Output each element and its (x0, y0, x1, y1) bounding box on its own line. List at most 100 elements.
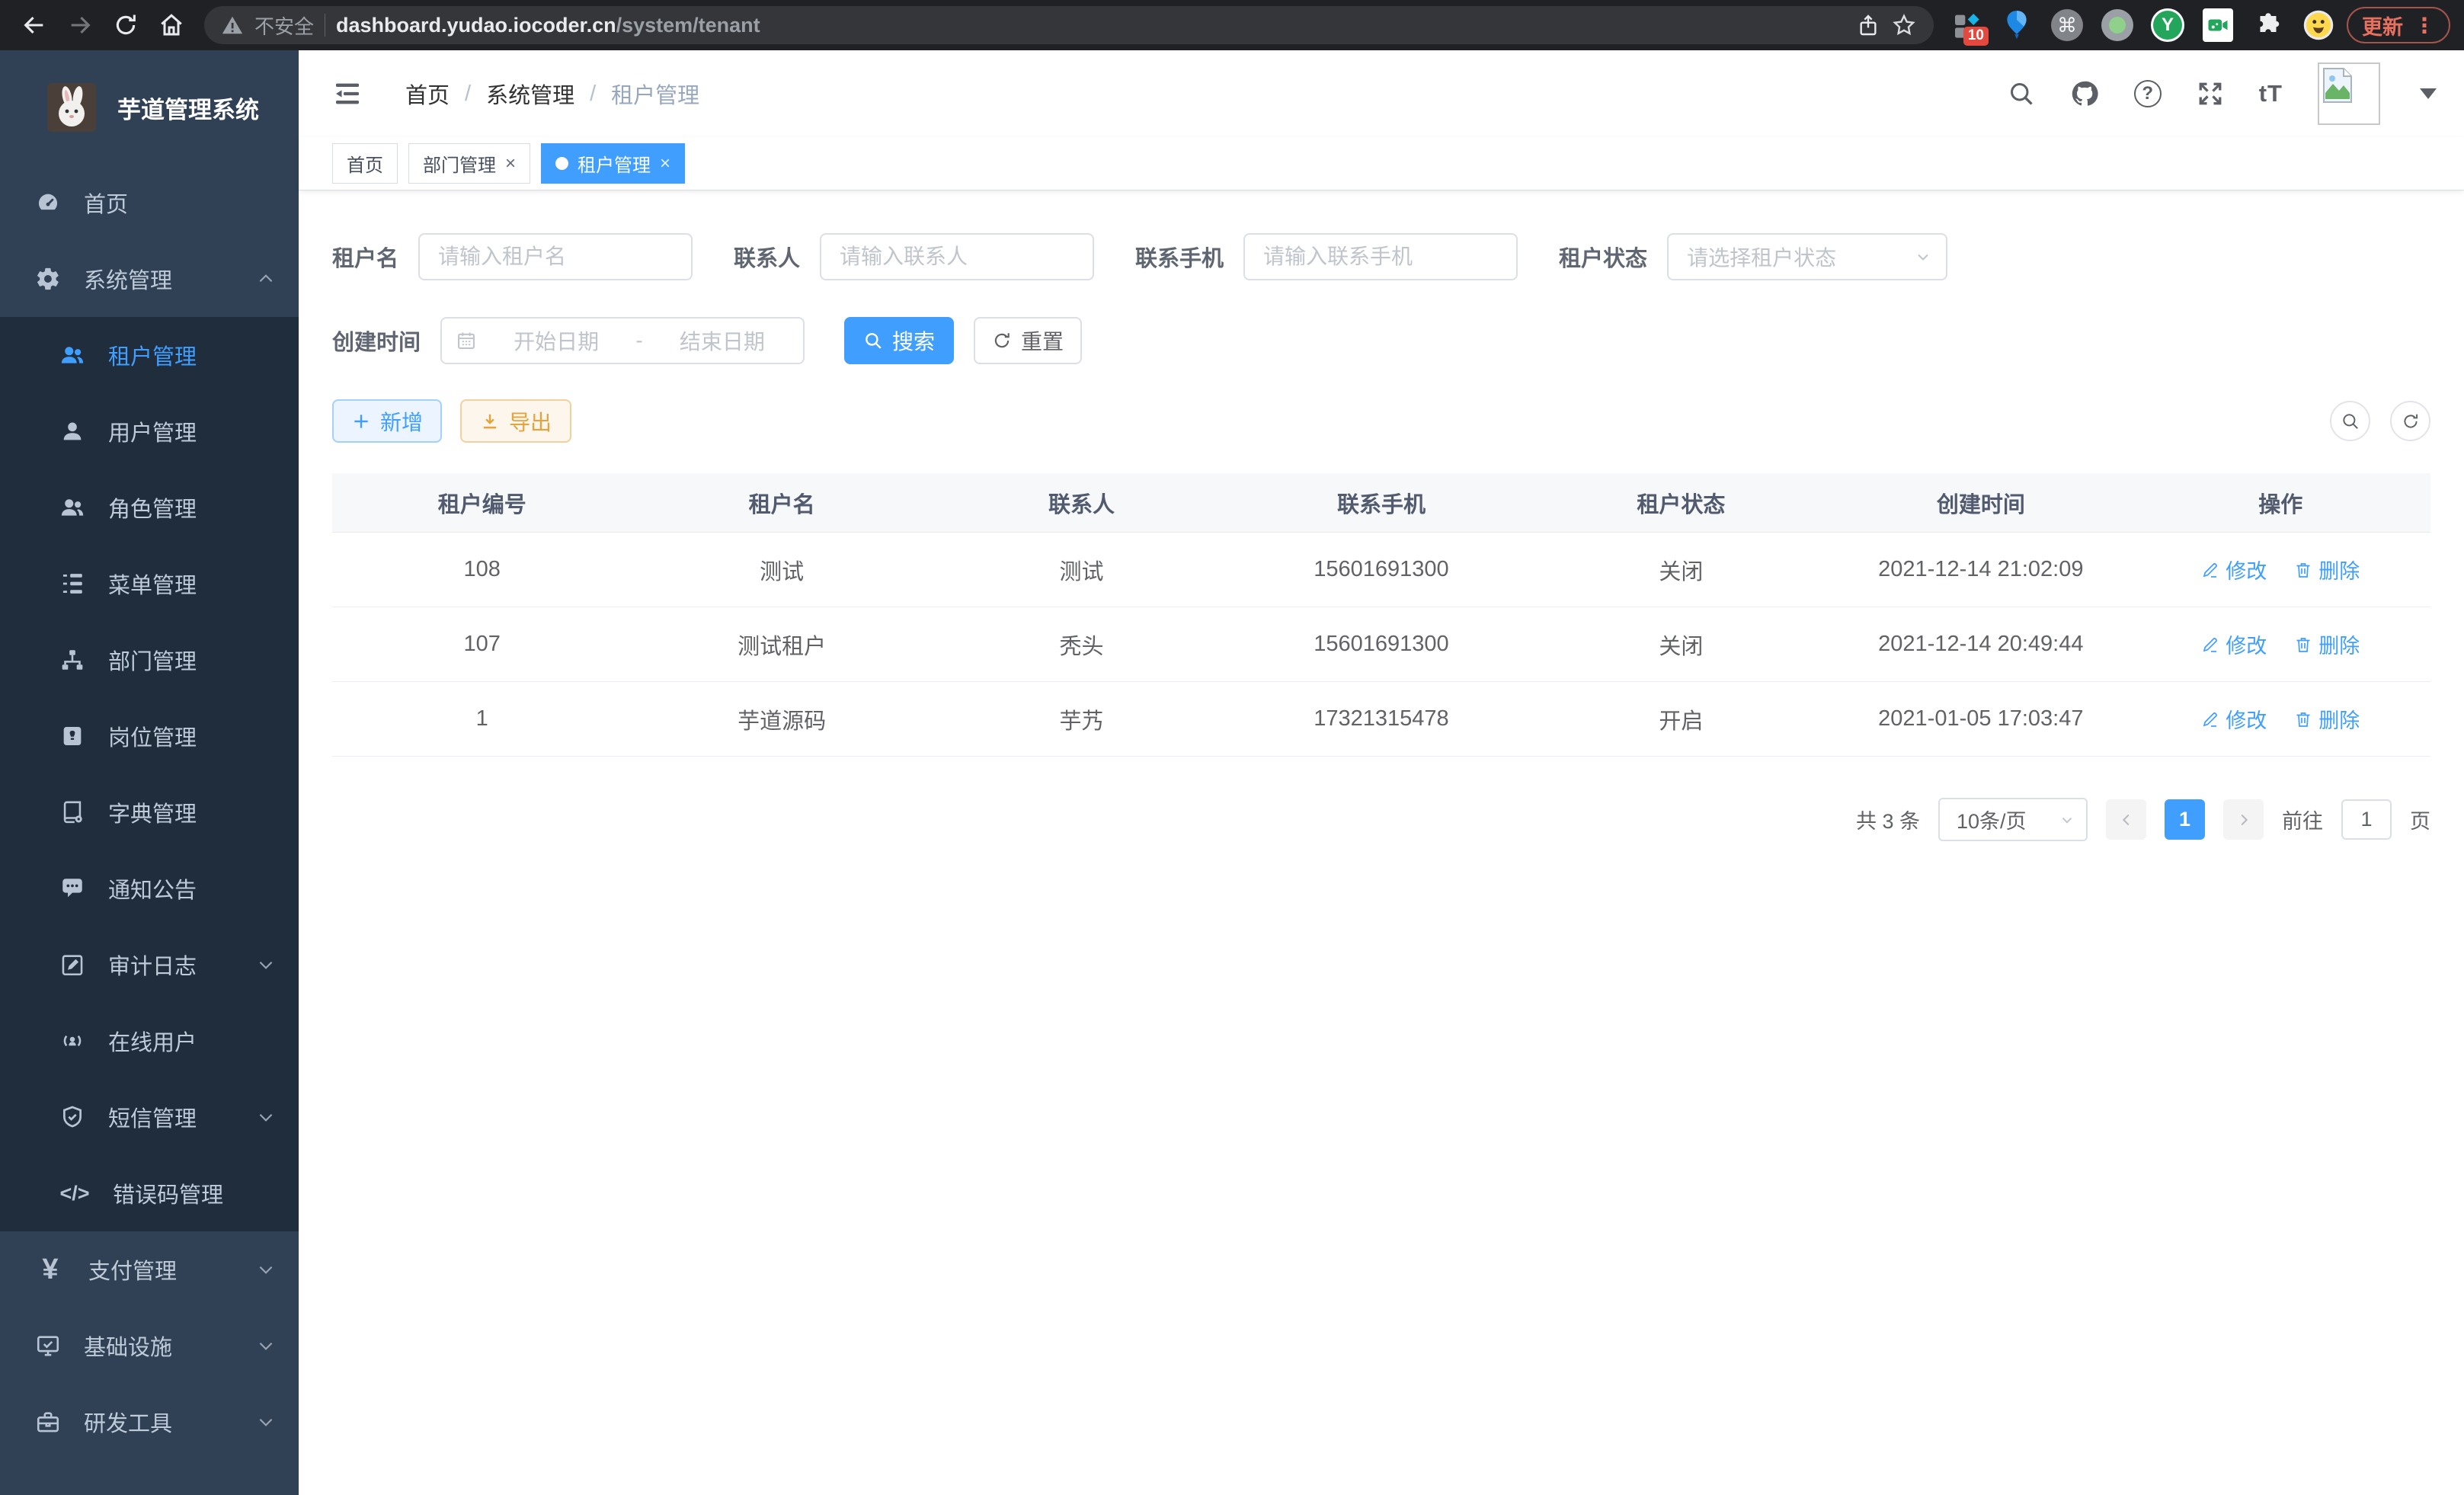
tab-close-icon[interactable]: × (505, 153, 516, 174)
edit-link[interactable]: 修改 (2201, 629, 2267, 659)
cell-created: 2021-01-05 17:03:47 (1831, 706, 2130, 731)
delete-link[interactable]: 删除 (2294, 629, 2360, 659)
plus-icon (351, 411, 371, 431)
bookmark-star-icon[interactable] (1891, 12, 1917, 38)
prev-page-button[interactable] (2106, 799, 2146, 840)
gray-circle-icon (2101, 9, 2133, 41)
contact-input[interactable] (820, 233, 1094, 280)
trash-icon (2294, 635, 2312, 654)
sidebar-item-infra[interactable]: 基础设施 (0, 1308, 299, 1384)
extension-y-app[interactable]: Y (2150, 8, 2185, 43)
url-text[interactable]: dashboard.yudao.iocoder.cn/system/tenant (336, 14, 1845, 37)
extension-grid-icon[interactable]: 10 (1949, 8, 1984, 43)
security-status-label[interactable]: 不安全 (254, 11, 314, 40)
delete-link[interactable]: 删除 (2294, 555, 2360, 584)
browser-home-button[interactable] (151, 5, 192, 46)
url-path: /system/tenant (616, 14, 760, 37)
filter-contact: 联系人 (734, 233, 1094, 280)
next-page-button[interactable] (2223, 799, 2264, 840)
sidebar-item-post[interactable]: 岗位管理 (0, 698, 299, 774)
sidebar-item-system[interactable]: 系统管理 (0, 241, 299, 317)
status-label: 租户状态 (1559, 241, 1647, 273)
sidebar-item-notice[interactable]: 通知公告 (0, 850, 299, 927)
reset-button[interactable]: 重置 (974, 317, 1082, 364)
goto-page-input[interactable] (2341, 799, 2392, 840)
sidebar-item-sms[interactable]: 短信管理 (0, 1079, 299, 1155)
sidebar-item-dept[interactable]: 部门管理 (0, 622, 299, 698)
end-date-placeholder: 结束日期 (655, 325, 789, 356)
sidebar-item-menu[interactable]: 菜单管理 (0, 546, 299, 622)
font-size-icon[interactable]: tT (2259, 80, 2283, 107)
extension-command[interactable]: ⌘ (2050, 8, 2085, 43)
app-logo-row[interactable]: 芋道管理系统 (0, 50, 299, 165)
user-avatar[interactable] (2318, 62, 2380, 125)
status-select[interactable]: 请选择租户状态 (1667, 233, 1947, 280)
toggle-search-button[interactable] (2330, 401, 2370, 441)
sidebar-item-online-users[interactable]: 在线用户 (0, 1003, 299, 1079)
gear-icon (35, 266, 61, 292)
extension-camera[interactable] (2200, 8, 2235, 43)
select-caret-icon (1914, 248, 1932, 266)
add-button[interactable]: 新增 (332, 399, 442, 443)
kebab-menu-icon[interactable]: ⋮ (2414, 13, 2435, 38)
extension-balloon[interactable] (1999, 8, 2034, 43)
sidebar-item-role[interactable]: 角色管理 (0, 469, 299, 546)
col-header-phone: 联系手机 (1231, 487, 1531, 519)
sidebar-item-dev-tools[interactable]: 研发工具 (0, 1384, 299, 1460)
delete-label: 删除 (2318, 704, 2360, 734)
edit-link[interactable]: 修改 (2201, 704, 2267, 734)
address-bar[interactable]: 不安全 dashboard.yudao.iocoder.cn/system/te… (204, 6, 1934, 44)
created-label: 创建时间 (332, 325, 421, 357)
search-button[interactable]: 搜索 (844, 317, 954, 364)
page-size-select[interactable]: 10条/页 (1938, 798, 2088, 841)
cell-created: 2021-12-14 21:02:09 (1831, 557, 2130, 582)
tab-tenant[interactable]: 租户管理 × (541, 143, 685, 184)
sidebar-item-home[interactable]: 首页 (0, 165, 299, 241)
sidebar-collapse-icon[interactable] (332, 78, 363, 109)
current-page-button[interactable]: 1 (2165, 799, 2205, 840)
sidebar-item-label: 角色管理 (108, 491, 197, 523)
extensions-puzzle-button[interactable] (2251, 8, 2286, 43)
browser-update-button[interactable]: 更新 ⋮ (2347, 7, 2450, 43)
share-icon[interactable] (1856, 13, 1880, 37)
status-select-placeholder: 请选择租户状态 (1687, 242, 1914, 272)
phone-input[interactable] (1243, 233, 1518, 280)
extension-record[interactable] (2100, 8, 2135, 43)
notice-comment-icon (59, 876, 85, 901)
sidebar-item-payment[interactable]: ¥ 支付管理 (0, 1231, 299, 1308)
sidebar-item-tenant[interactable]: 租户管理 (0, 317, 299, 393)
sidebar-item-user[interactable]: 用户管理 (0, 393, 299, 469)
y-circle-icon: Y (2151, 8, 2184, 42)
chevron-down-icon (256, 1107, 276, 1127)
tab-close-icon[interactable]: × (660, 153, 670, 174)
breadcrumb-home[interactable]: 首页 (405, 78, 450, 110)
browser-reload-button[interactable] (105, 5, 146, 46)
chevron-up-icon (256, 269, 276, 289)
date-range-picker[interactable]: 开始日期 - 结束日期 (440, 317, 805, 364)
edit-link[interactable]: 修改 (2201, 555, 2267, 584)
system-submenu: 租户管理 用户管理 角色管理 菜单管理 部门管理 岗位管理 字典管理 通知公告 (0, 317, 299, 1231)
github-icon[interactable] (2070, 79, 2099, 108)
help-icon[interactable]: ? (2134, 80, 2162, 107)
page-suffix-label: 页 (2410, 805, 2430, 834)
breadcrumb-system[interactable]: 系统管理 (486, 78, 574, 110)
fullscreen-icon[interactable] (2197, 80, 2224, 107)
avatar-dropdown-caret[interactable] (2420, 88, 2437, 99)
refresh-table-button[interactable] (2390, 401, 2430, 441)
export-button[interactable]: 导出 (460, 399, 571, 443)
browser-back-button[interactable] (14, 5, 55, 46)
sidebar-item-audit-log[interactable]: 审计日志 (0, 927, 299, 1003)
delete-link[interactable]: 删除 (2294, 704, 2360, 734)
col-header-created: 创建时间 (1831, 487, 2130, 519)
tenant-name-input[interactable] (418, 233, 693, 280)
browser-profile-avatar[interactable] (2301, 8, 2336, 43)
tab-dept[interactable]: 部门管理 × (408, 143, 530, 184)
tab-home[interactable]: 首页 (332, 143, 398, 184)
sidebar-item-error-code[interactable]: </> 错误码管理 (0, 1155, 299, 1231)
sidebar-item-label: 岗位管理 (108, 720, 197, 752)
header-search-icon[interactable] (2008, 80, 2035, 107)
chevron-right-icon (2235, 812, 2252, 828)
sidebar-item-label: 研发工具 (84, 1406, 172, 1438)
sidebar-item-dict[interactable]: 字典管理 (0, 774, 299, 850)
browser-forward-button[interactable] (59, 5, 101, 46)
